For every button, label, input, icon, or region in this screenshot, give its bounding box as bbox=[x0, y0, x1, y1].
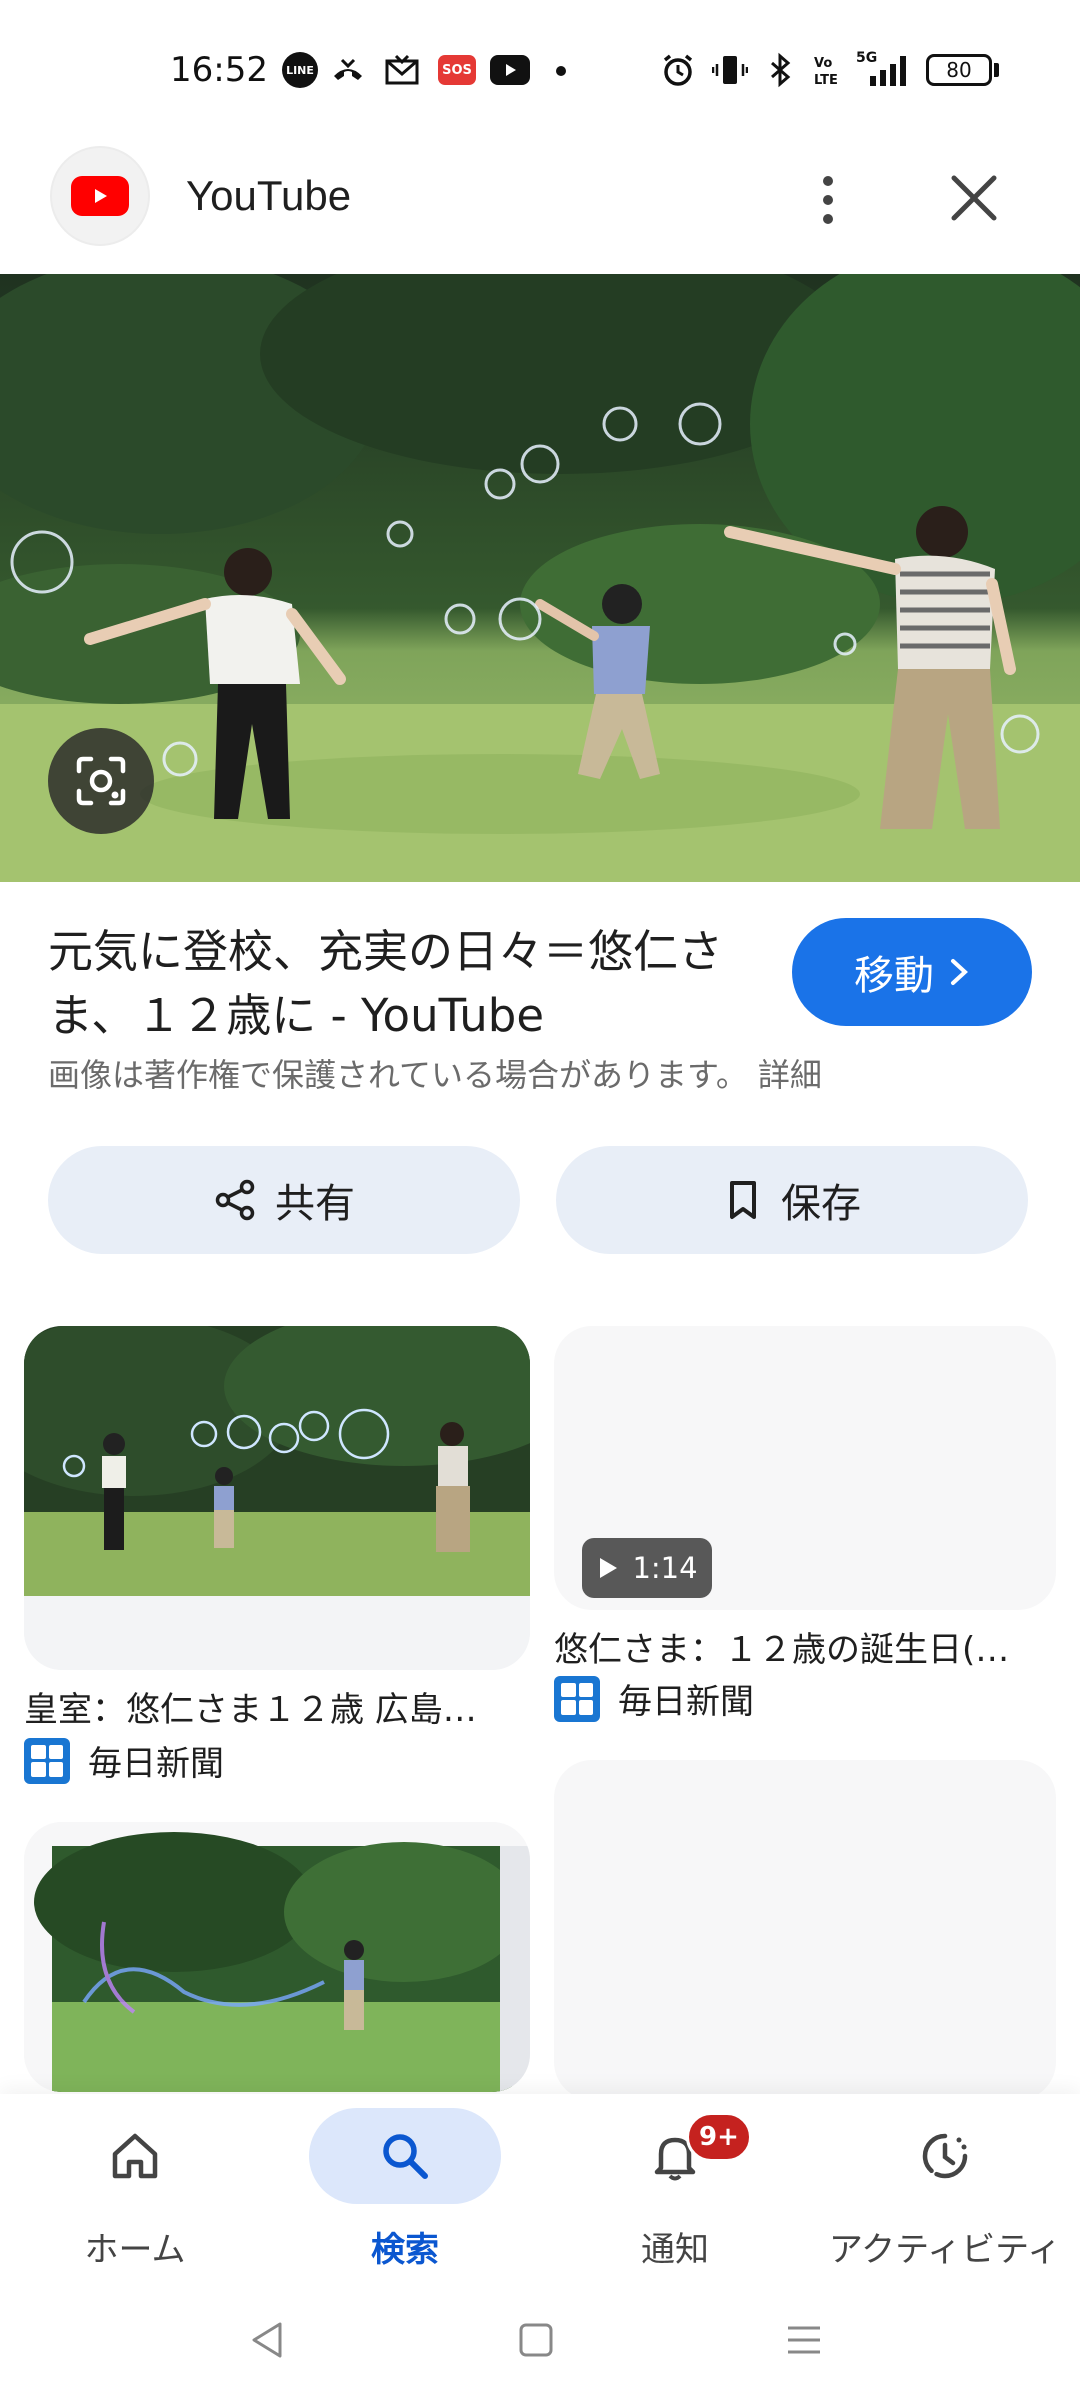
share-icon bbox=[215, 1179, 255, 1221]
details-link[interactable]: 詳細 bbox=[758, 1056, 822, 1094]
alarm-icon bbox=[660, 52, 696, 88]
missed-call-icon bbox=[330, 52, 366, 88]
duration-label: 1:14 bbox=[632, 1551, 698, 1585]
news-source-icon bbox=[24, 1737, 70, 1784]
line-icon: LINE bbox=[282, 52, 318, 88]
back-icon[interactable] bbox=[238, 2310, 298, 2370]
system-navigation bbox=[0, 2274, 1080, 2400]
related-title[interactable]: 悠仁さま：１２歳の誕生日(… bbox=[554, 1622, 1044, 1671]
home-icon bbox=[103, 2124, 167, 2188]
related-thumbnail[interactable] bbox=[24, 1326, 530, 1670]
news-source-icon bbox=[554, 1675, 600, 1722]
bluetooth-icon bbox=[762, 52, 798, 88]
nav-label: アクティビティ bbox=[828, 2230, 1062, 2270]
signal-icon bbox=[870, 56, 906, 86]
nav-item-home[interactable]: ホーム bbox=[0, 2094, 270, 2274]
svg-text:LTE: LTE bbox=[814, 73, 838, 88]
google-lens-icon[interactable] bbox=[48, 728, 154, 834]
home-square-icon[interactable] bbox=[506, 2310, 566, 2370]
save-label: 保存 bbox=[781, 1181, 861, 1227]
nav-item-search[interactable]: 検索 bbox=[270, 2094, 540, 2274]
nav-label: ホーム bbox=[84, 2230, 186, 2270]
battery-icon: 80 bbox=[926, 54, 992, 86]
sos-icon: SOS bbox=[438, 55, 476, 85]
source-name: 毎日新聞 bbox=[88, 1744, 224, 1784]
svg-text:Vo: Vo bbox=[814, 56, 832, 71]
nav-label: 検索 bbox=[371, 2230, 439, 2270]
chevron-right-icon bbox=[951, 959, 968, 985]
search-icon bbox=[373, 2124, 437, 2188]
result-title[interactable]: 元気に登校、充実の日々＝悠仁さま、１２歳に - YouTube bbox=[48, 920, 748, 1048]
save-button[interactable]: 保存 bbox=[556, 1146, 1028, 1254]
duration-badge: 1:14 bbox=[582, 1538, 712, 1598]
share-button[interactable]: 共有 bbox=[48, 1146, 520, 1254]
close-icon[interactable] bbox=[944, 168, 1004, 228]
visit-button-label: 移動 bbox=[854, 953, 934, 999]
dot-icon bbox=[556, 66, 566, 76]
nav-item-activity[interactable]: アクティビティ bbox=[810, 2094, 1080, 2274]
copyright-text: 画像は著作権で保護されている場合があります。 bbox=[48, 1056, 748, 1094]
related-source[interactable]: 毎日新聞 bbox=[554, 1674, 754, 1723]
nav-label: 通知 bbox=[641, 2230, 709, 2270]
bookmark-icon bbox=[730, 1181, 756, 1219]
visit-button[interactable]: 移動 bbox=[792, 918, 1032, 1026]
volte-icon: Vo LTE bbox=[808, 52, 844, 88]
share-label: 共有 bbox=[275, 1181, 355, 1227]
recents-menu-icon[interactable] bbox=[774, 2310, 834, 2370]
bottom-navigation: ホーム 検索 9+ 通知 アクティビティ bbox=[0, 2094, 1080, 2274]
app-header: YouTube bbox=[0, 140, 1080, 272]
status-time: 16:52 bbox=[170, 50, 268, 90]
copyright-notice: 画像は著作権で保護されている場合があります。 詳細 bbox=[48, 1050, 822, 1096]
vibrate-icon bbox=[712, 52, 748, 88]
more-options-icon[interactable] bbox=[800, 164, 856, 236]
notification-badge: 9+ bbox=[686, 2112, 752, 2162]
related-thumbnail[interactable] bbox=[24, 1822, 530, 2092]
source-name: 毎日新聞 bbox=[618, 1682, 754, 1722]
header-title: YouTube bbox=[186, 172, 352, 219]
battery-tip bbox=[994, 63, 999, 77]
related-title[interactable]: 皇室：悠仁さま１２歳 広島… bbox=[24, 1682, 514, 1731]
status-bar: 16:52 LINE SOS Vo LTE 5G 80 bbox=[0, 0, 1080, 140]
related-thumbnail[interactable] bbox=[554, 1760, 1056, 2100]
nav-item-notifications[interactable]: 9+ 通知 bbox=[540, 2094, 810, 2274]
related-source[interactable]: 毎日新聞 bbox=[24, 1736, 224, 1785]
hero-image[interactable] bbox=[0, 274, 1080, 882]
play-icon bbox=[600, 1558, 618, 1578]
mail-icon bbox=[384, 52, 420, 88]
youtube-logo-icon bbox=[50, 146, 150, 246]
activity-icon bbox=[913, 2124, 977, 2188]
youtube-status-icon bbox=[490, 55, 530, 85]
